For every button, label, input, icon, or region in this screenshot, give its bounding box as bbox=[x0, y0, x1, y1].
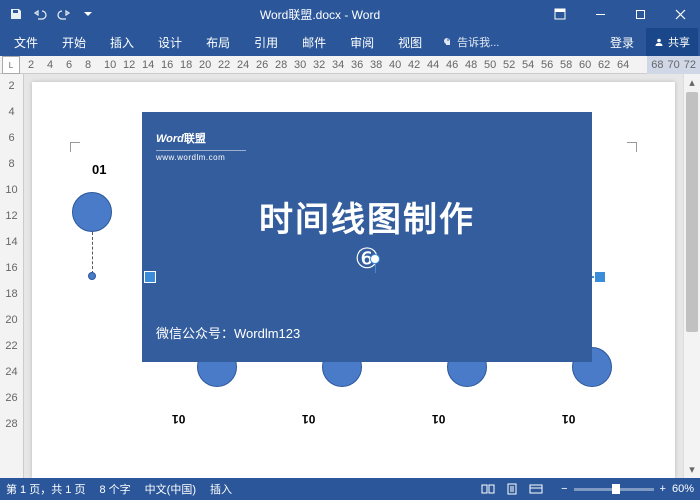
scroll-down[interactable]: ▾ bbox=[684, 461, 700, 478]
zoom-out[interactable]: − bbox=[561, 483, 567, 495]
selection-handle-right[interactable] bbox=[594, 271, 606, 283]
page[interactable]: 01 01 01 01 01 Word联盟 www.wordlm.com 时间线… bbox=[32, 82, 675, 478]
window-controls bbox=[540, 0, 700, 28]
tab-home[interactable]: 开始 bbox=[50, 28, 98, 56]
tab-mailings[interactable]: 邮件 bbox=[290, 28, 338, 56]
page-viewport[interactable]: 01 01 01 01 01 Word联盟 www.wordlm.com 时间线… bbox=[24, 74, 683, 478]
timeline-stem bbox=[92, 232, 93, 274]
language[interactable]: 中文(中国) bbox=[145, 481, 196, 497]
vertical-ruler[interactable]: 246810121416182022242628 bbox=[0, 74, 24, 478]
login-button[interactable]: 登录 bbox=[598, 28, 646, 56]
selection-handle-left[interactable] bbox=[144, 271, 156, 283]
banner-number: ⑥ bbox=[142, 242, 592, 275]
quick-access-toolbar bbox=[0, 2, 100, 26]
redo-button[interactable] bbox=[52, 2, 76, 26]
word-count[interactable]: 8 个字 bbox=[99, 481, 130, 497]
scroll-thumb[interactable] bbox=[686, 92, 698, 332]
title-banner-image[interactable]: Word联盟 www.wordlm.com 时间线图制作 ⑥ 微信公众号：Wor… bbox=[142, 112, 592, 362]
zoom-thumb[interactable] bbox=[612, 484, 620, 494]
tab-review[interactable]: 审阅 bbox=[338, 28, 386, 56]
horizontal-ruler[interactable]: L 24681012141618202224262830323436384042… bbox=[0, 56, 700, 74]
tab-layout[interactable]: 布局 bbox=[194, 28, 242, 56]
ribbon-display-options[interactable] bbox=[540, 0, 580, 28]
banner-title: 时间线图制作 bbox=[142, 192, 592, 241]
timeline-label: 01 bbox=[562, 412, 575, 426]
margin-marker bbox=[627, 142, 637, 152]
tab-insert[interactable]: 插入 bbox=[98, 28, 146, 56]
zoom-control: − + 60% bbox=[561, 483, 694, 495]
save-button[interactable] bbox=[4, 2, 28, 26]
title-bar: Word联盟.docx - Word bbox=[0, 0, 700, 28]
tab-selector[interactable]: L bbox=[2, 56, 20, 74]
window-title: Word联盟.docx - Word bbox=[100, 6, 540, 23]
ribbon-tabs: 文件 开始 插入 设计 布局 引用 邮件 审阅 视图 告诉我... 登录 共享 bbox=[0, 28, 700, 56]
timeline-label: 01 bbox=[172, 412, 185, 426]
scroll-up[interactable]: ▴ bbox=[684, 74, 700, 91]
tab-view[interactable]: 视图 bbox=[386, 28, 434, 56]
close-button[interactable] bbox=[660, 0, 700, 28]
timeline-circle[interactable] bbox=[72, 192, 112, 232]
banner-logo: Word联盟 bbox=[156, 126, 206, 147]
tab-references[interactable]: 引用 bbox=[242, 28, 290, 56]
timeline-label-01: 01 bbox=[92, 162, 106, 177]
timeline-label: 01 bbox=[432, 412, 445, 426]
banner-url: www.wordlm.com bbox=[156, 150, 246, 162]
tab-design[interactable]: 设计 bbox=[146, 28, 194, 56]
document-area: 246810121416182022242628 01 01 01 01 01 … bbox=[0, 74, 700, 478]
undo-button[interactable] bbox=[28, 2, 52, 26]
insert-mode[interactable]: 插入 bbox=[210, 481, 232, 497]
zoom-in[interactable]: + bbox=[660, 483, 666, 495]
tell-me-search[interactable]: 告诉我... bbox=[434, 28, 507, 56]
zoom-level[interactable]: 60% bbox=[672, 483, 694, 495]
timeline-label: 01 bbox=[302, 412, 315, 426]
zoom-slider[interactable] bbox=[574, 488, 654, 491]
timeline-dot bbox=[88, 272, 96, 280]
status-bar: 第 1 页，共 1 页 8 个字 中文(中国) 插入 确定 − + 60% bbox=[0, 478, 700, 500]
rotate-stem bbox=[375, 263, 376, 273]
web-layout-icon[interactable] bbox=[525, 480, 547, 498]
qat-customize[interactable] bbox=[76, 2, 100, 26]
minimize-button[interactable] bbox=[580, 0, 620, 28]
maximize-button[interactable] bbox=[620, 0, 660, 28]
vertical-scrollbar[interactable]: ▴ ▾ bbox=[683, 74, 700, 478]
share-button[interactable]: 共享 bbox=[646, 28, 698, 56]
margin-marker bbox=[70, 142, 80, 152]
page-count[interactable]: 第 1 页，共 1 页 bbox=[6, 481, 85, 497]
view-switcher bbox=[477, 480, 547, 498]
print-layout-icon[interactable] bbox=[501, 480, 523, 498]
tab-file[interactable]: 文件 bbox=[2, 28, 50, 56]
read-mode-icon[interactable] bbox=[477, 480, 499, 498]
banner-subtitle: 微信公众号：Wordlm123 bbox=[156, 323, 300, 342]
